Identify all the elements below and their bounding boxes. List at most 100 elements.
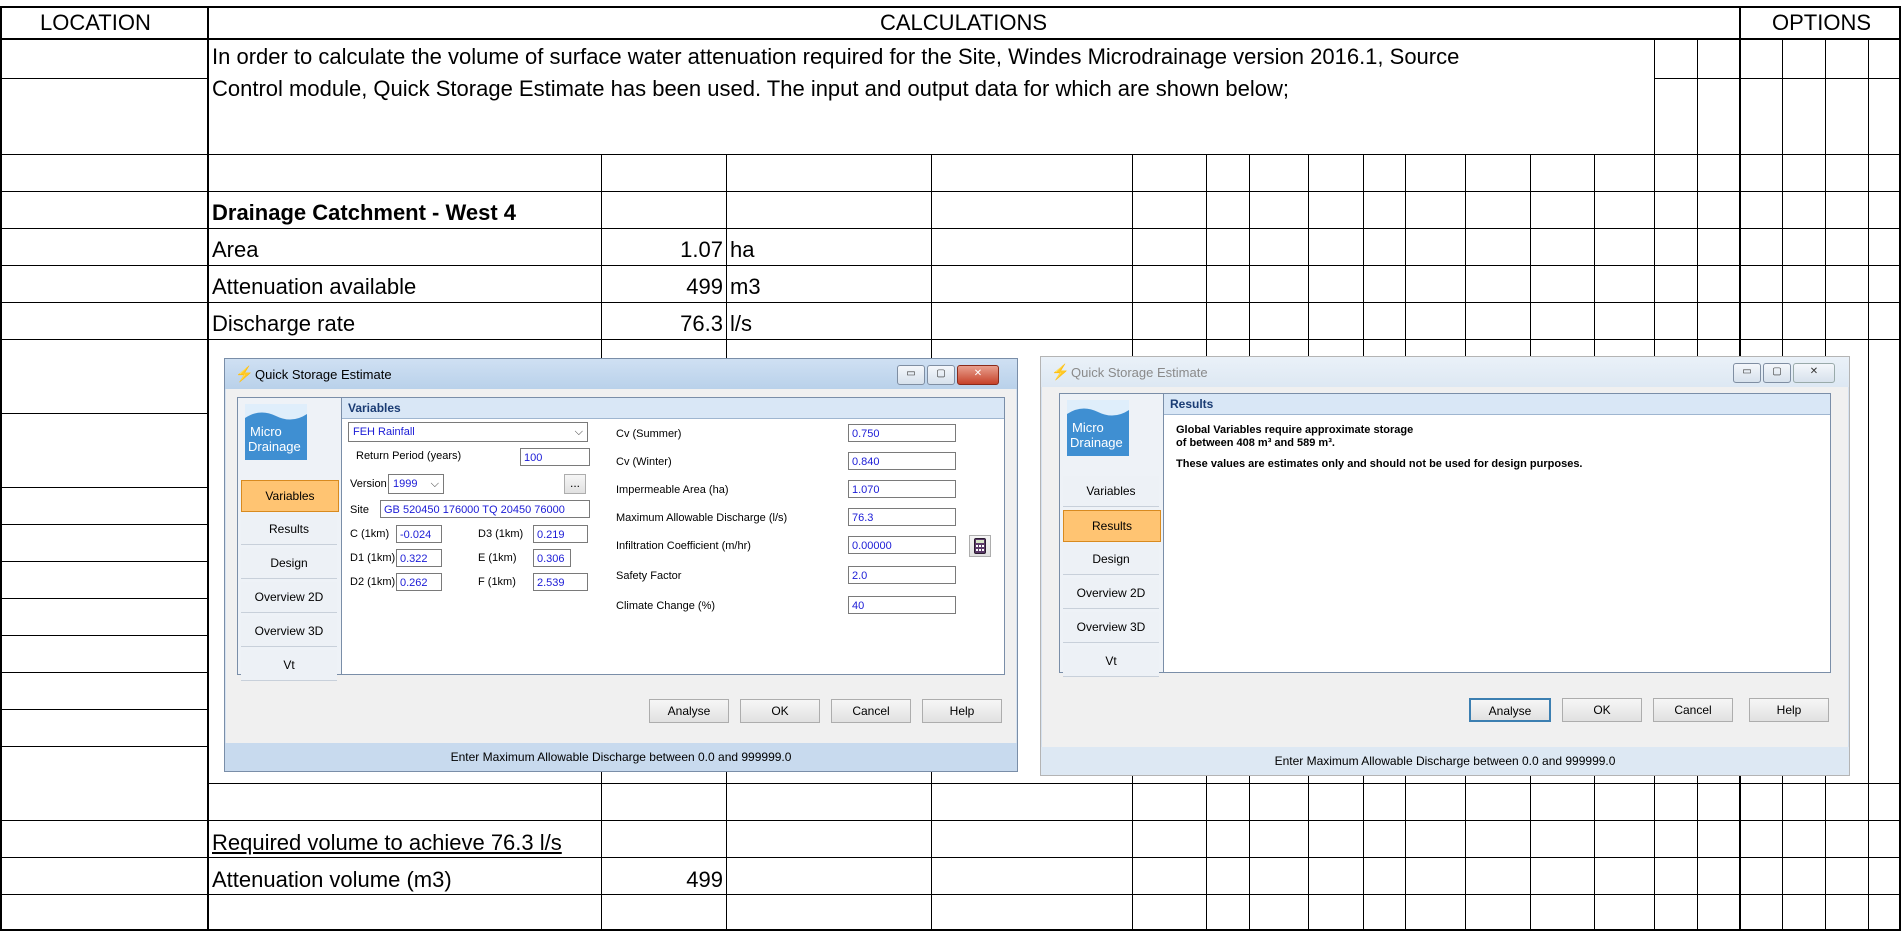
options-header: OPTIONS (1772, 10, 1872, 35)
maximize-button[interactable]: ▢ (1763, 363, 1791, 383)
results-dialog: ⚡ Quick Storage Estimate ▭ ▢ ✕ Micro Dra… (1040, 356, 1850, 776)
f-field[interactable]: 2.539 (533, 573, 588, 591)
version-select[interactable]: 1999 ⌵ (388, 474, 444, 494)
site-browse-button[interactable]: ... (564, 474, 586, 494)
return-period-field[interactable]: 100 (520, 448, 590, 466)
ok-button[interactable]: OK (1562, 698, 1642, 722)
dialog-sidebar: Micro Drainage Variables Results Design … (238, 398, 342, 681)
climate-change-label: Climate Change (%) (616, 600, 716, 612)
logo-line-1: Micro (1072, 420, 1104, 435)
variables-dialog: ⚡ Quick Storage Estimate ▭ ▢ ✕ Micro Dra… (224, 358, 1018, 772)
chevron-down-icon: ⌵ (430, 478, 439, 490)
lightning-icon: ⚡ (1051, 364, 1070, 381)
version-label: Version (350, 478, 387, 490)
attenuation-value: 499 (686, 274, 723, 299)
catchment-title: Drainage Catchment - West 4 (212, 200, 517, 225)
nav-design[interactable]: Design (1063, 544, 1159, 575)
calculator-button[interactable] (969, 535, 991, 557)
cancel-button[interactable]: Cancel (1653, 698, 1733, 722)
maximize-button[interactable]: ▢ (927, 365, 955, 385)
help-button[interactable]: Help (922, 699, 1002, 723)
area-value: 1.07 (680, 237, 723, 262)
results-section-header: Results (1164, 394, 1830, 415)
results-dialog-titlebar[interactable]: ⚡ Quick Storage Estimate ▭ ▢ ✕ (1041, 357, 1849, 387)
safety-factor-label: Safety Factor (616, 570, 682, 582)
discharge-value: 76.3 (680, 311, 723, 336)
summary-value: 499 (686, 867, 723, 892)
nav-overview-2d[interactable]: Overview 2D (1063, 578, 1159, 609)
site-field[interactable]: GB 520450 176000 TQ 20450 76000 (380, 500, 590, 518)
analyse-button[interactable]: Analyse (649, 699, 729, 723)
impermeable-area-field[interactable]: 1.070 (848, 480, 956, 498)
nav-design[interactable]: Design (241, 548, 337, 579)
results-panel: Micro Drainage Variables Results Design … (1059, 393, 1831, 677)
lightning-icon: ⚡ (235, 366, 254, 383)
site-label: Site (350, 504, 369, 516)
infiltration-label: Infiltration Coefficient (m/hr) (616, 540, 751, 552)
logo-line-2: Drainage (1070, 435, 1123, 450)
nav-overview-3d[interactable]: Overview 3D (1063, 612, 1159, 643)
cv-winter-field[interactable]: 0.840 (848, 452, 956, 470)
microdrainage-logo: Micro Drainage (1067, 400, 1129, 456)
d2-field[interactable]: 0.262 (396, 573, 442, 591)
version-value: 1999 (393, 478, 418, 490)
analyse-button[interactable]: Analyse (1469, 698, 1551, 722)
d1-field[interactable]: 0.322 (396, 549, 442, 567)
cv-summer-label: Cv (Summer) (616, 428, 682, 440)
nav-vt[interactable]: Vt (1063, 646, 1159, 677)
variables-panel: Micro Drainage Variables Results Design … (237, 397, 1005, 681)
status-bar: Enter Maximum Allowable Discharge betwee… (1041, 747, 1849, 775)
nav-overview-2d[interactable]: Overview 2D (241, 582, 337, 613)
rainfall-select[interactable]: FEH Rainfall ⌵ (348, 422, 588, 442)
cancel-button[interactable]: Cancel (831, 699, 911, 723)
d3-label: D3 (1km) (478, 528, 524, 540)
d3-field[interactable]: 0.219 (533, 525, 588, 543)
e-label: E (1km) (478, 552, 517, 564)
location-header: LOCATION (40, 10, 151, 35)
d1-label: D1 (1km) (350, 552, 396, 564)
minimize-button[interactable]: ▭ (1733, 363, 1761, 383)
discharge-label: Discharge rate (212, 311, 356, 336)
climate-change-field[interactable]: 40 (848, 596, 956, 614)
variables-section-header: Variables (342, 398, 1004, 419)
f-label: F (1km) (478, 576, 516, 588)
calculations-header: CALCULATIONS (880, 10, 1048, 35)
ok-button[interactable]: OK (740, 699, 820, 723)
dialog-title: Quick Storage Estimate (255, 367, 392, 382)
nav-results[interactable]: Results (241, 514, 337, 545)
attenuation-unit: m3 (730, 274, 761, 299)
max-discharge-label: Maximum Allowable Discharge (l/s) (616, 512, 788, 524)
intro-line-2: Control module, Quick Storage Estimate h… (212, 76, 1290, 101)
cv-winter-label: Cv (Winter) (616, 456, 672, 468)
variables-dialog-titlebar[interactable]: ⚡ Quick Storage Estimate ▭ ▢ ✕ (225, 359, 1017, 389)
safety-factor-field[interactable]: 2.0 (848, 566, 956, 584)
return-period-label: Return Period (years) (356, 450, 462, 462)
c-field[interactable]: -0.024 (396, 525, 442, 543)
area-label: Area (212, 237, 259, 262)
nav-results[interactable]: Results (1063, 510, 1161, 542)
nav-variables[interactable]: Variables (1063, 476, 1159, 507)
results-line-1: Global Variables require approximate sto… (1176, 424, 1414, 436)
results-line-2: of between 408 m³ and 589 m³. (1176, 437, 1335, 449)
nav-vt[interactable]: Vt (241, 650, 337, 681)
chevron-down-icon: ⌵ (574, 426, 583, 438)
close-button[interactable]: ✕ (957, 365, 999, 385)
calculator-icon (974, 538, 986, 554)
nav-overview-3d[interactable]: Overview 3D (241, 616, 337, 647)
help-button[interactable]: Help (1749, 698, 1829, 722)
microdrainage-logo: Micro Drainage (245, 404, 307, 460)
d2-label: D2 (1km) (350, 576, 396, 588)
logo-line-2: Drainage (248, 439, 301, 454)
close-button[interactable]: ✕ (1793, 363, 1835, 383)
dialog-sidebar: Micro Drainage Variables Results Design … (1060, 394, 1164, 677)
impermeable-area-label: Impermeable Area (ha) (616, 484, 729, 496)
infiltration-field[interactable]: 0.00000 (848, 536, 956, 554)
status-bar: Enter Maximum Allowable Discharge betwee… (225, 743, 1017, 771)
c-label: C (1km) (350, 528, 390, 540)
nav-variables[interactable]: Variables (241, 480, 339, 512)
minimize-button[interactable]: ▭ (897, 365, 925, 385)
max-discharge-field[interactable]: 76.3 (848, 508, 956, 526)
summary-heading: Required volume to achieve 76.3 l/s (212, 830, 562, 855)
cv-summer-field[interactable]: 0.750 (848, 424, 956, 442)
e-field[interactable]: 0.306 (533, 549, 571, 567)
